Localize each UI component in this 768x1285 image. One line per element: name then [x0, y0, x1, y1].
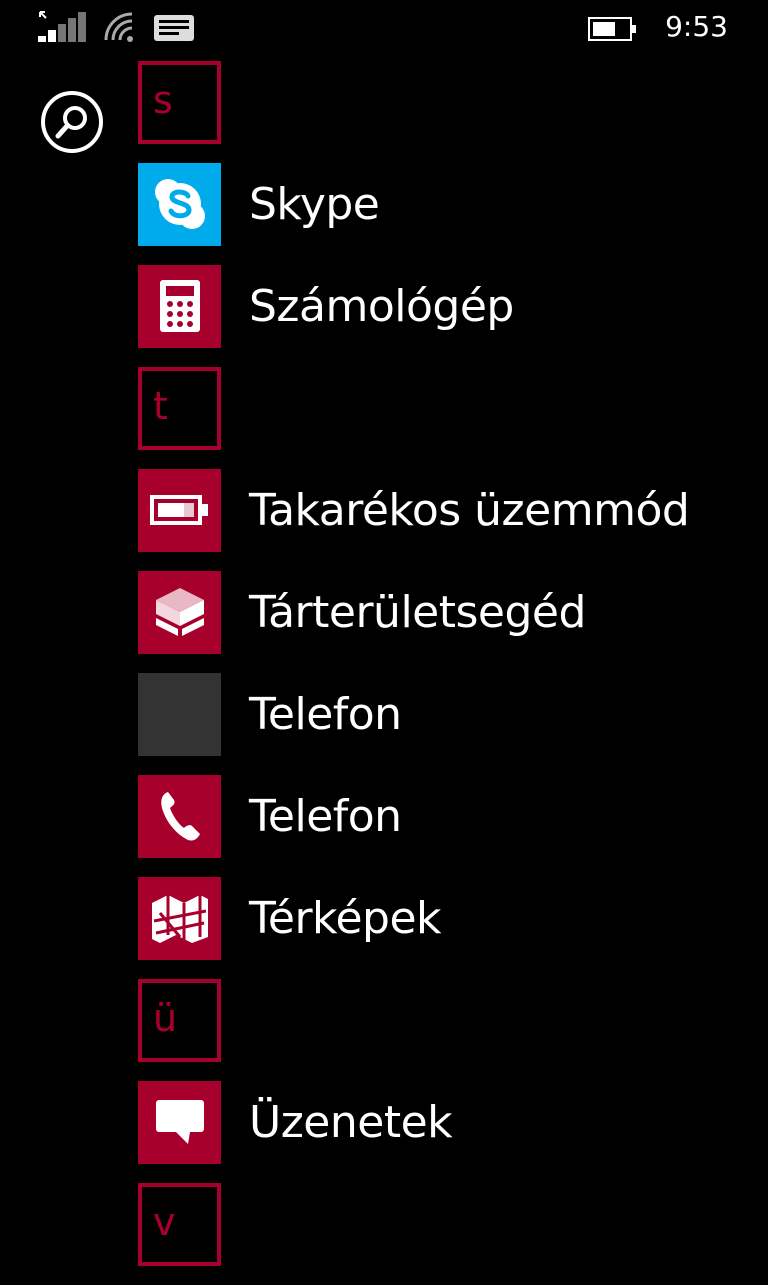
letter-label: v	[153, 1199, 176, 1244]
skype-icon	[154, 179, 205, 229]
app-tile[interactable]	[138, 468, 221, 552]
letter-label: s	[153, 77, 173, 122]
letter-tile[interactable]: v	[138, 1182, 221, 1266]
letter-tile[interactable]: t	[138, 366, 221, 450]
phone-icon	[160, 792, 200, 841]
blank-tile[interactable]	[138, 672, 221, 756]
maps-icon	[151, 895, 208, 943]
app-item-messaging[interactable]: Üzenetek	[138, 1080, 758, 1164]
storage-sense-icon	[155, 588, 204, 636]
app-item-maps[interactable]: Térképek	[138, 876, 758, 960]
group-header-s[interactable]: s	[138, 60, 758, 144]
messaging-icon	[155, 1100, 204, 1144]
app-label: Üzenetek	[249, 1096, 453, 1148]
app-label: Takarékos üzemmód	[249, 484, 690, 536]
app-label: Tárterületsegéd	[249, 586, 586, 638]
app-item-calculator[interactable]: Számológép	[138, 264, 758, 348]
app-tile[interactable]	[138, 570, 221, 654]
app-tile[interactable]	[138, 876, 221, 960]
app-tile[interactable]	[138, 162, 221, 246]
clock: 9:53	[665, 10, 728, 43]
group-header-u-umlaut[interactable]: ü	[138, 978, 758, 1062]
letter-tile[interactable]: s	[138, 60, 221, 144]
group-header-t[interactable]: t	[138, 366, 758, 450]
search-button[interactable]	[41, 91, 103, 153]
battery-saver-icon	[149, 495, 208, 525]
letter-tile[interactable]: ü	[138, 978, 221, 1062]
app-item-battery-saver[interactable]: Takarékos üzemmód	[138, 468, 758, 552]
signal-icon	[38, 11, 86, 42]
search-icon	[55, 106, 87, 139]
wifi-icon	[104, 12, 133, 42]
app-tile[interactable]	[138, 1080, 221, 1164]
app-label: Számológép	[249, 280, 514, 332]
app-tile[interactable]	[138, 264, 221, 348]
app-tile[interactable]	[138, 774, 221, 858]
message-icon	[154, 15, 194, 41]
app-item-phone-placeholder[interactable]: Telefon	[138, 672, 758, 756]
app-label: Telefon	[249, 688, 402, 740]
status-bar: 9:53	[0, 0, 768, 56]
app-label: Telefon	[249, 790, 402, 842]
battery-icon	[588, 17, 636, 41]
app-label: Térképek	[249, 892, 442, 944]
app-item-storage-sense[interactable]: Tárterületsegéd	[138, 570, 758, 654]
app-label: Skype	[249, 178, 380, 230]
letter-label: t	[153, 383, 168, 428]
app-item-phone[interactable]: Telefon	[138, 774, 758, 858]
app-item-skype[interactable]: Skype	[138, 162, 758, 246]
group-header-v[interactable]: v	[138, 1182, 758, 1266]
calculator-icon	[159, 280, 200, 332]
app-list: s Skype Számológép t Takarékos üzemmód T…	[138, 60, 758, 1285]
letter-label: ü	[153, 995, 178, 1040]
